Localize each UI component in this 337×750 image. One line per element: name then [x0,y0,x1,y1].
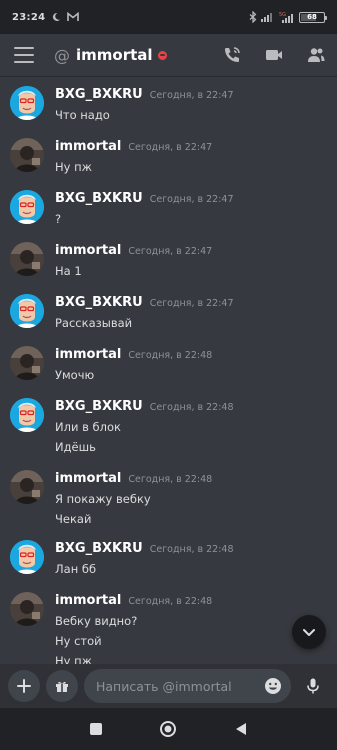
message-timestamp: Сегодня, в 22:48 [149,544,234,555]
message-input-wrapper [84,669,291,703]
channel-header: @ immortal [0,34,337,76]
battery-text: 68 [307,13,317,21]
back-button[interactable] [229,717,253,741]
message-timestamp: Сегодня, в 22:47 [149,298,234,309]
message-text[interactable]: Вебку видно? [55,614,137,628]
menu-bar [14,61,34,63]
message-text[interactable]: Или в блок [55,420,121,434]
at-icon: @ [54,45,70,65]
message-composer [0,664,337,708]
gift-button[interactable] [46,670,78,702]
voice-call-button[interactable] [221,44,243,66]
message-author[interactable]: BXG_BXKRU [55,295,143,310]
dnd-status-icon [157,50,167,60]
jump-to-bottom-button[interactable] [292,615,326,649]
home-button[interactable] [156,717,180,741]
chevron-down-icon [303,629,315,636]
message-text[interactable]: Чекай [55,512,91,526]
message-timestamp: Сегодня, в 22:48 [128,474,213,485]
message-timestamp: Сегодня, в 22:47 [149,194,234,205]
avatar[interactable] [10,86,44,120]
menu-bar [14,54,34,56]
message-author[interactable]: BXG_BXKRU [55,541,143,556]
square-icon [90,723,103,735]
voice-message-button[interactable] [297,670,329,702]
battery-icon: 68 [299,11,327,23]
bluetooth-icon [249,11,257,23]
avatar[interactable] [10,540,44,574]
network-label: 5G [279,12,286,18]
message-author[interactable]: immortal [55,471,121,486]
gift-icon [56,681,68,692]
message-text[interactable]: ? [55,212,61,226]
message-author[interactable]: immortal [55,139,121,154]
message-author[interactable]: BXG_BXKRU [55,191,143,206]
message-timestamp: Сегодня, в 22:48 [149,402,234,413]
avatar[interactable] [10,294,44,328]
recents-button[interactable] [84,717,108,741]
message-author[interactable]: immortal [55,243,121,258]
message-timestamp: Сегодня, в 22:47 [128,142,213,153]
message-list[interactable]: BXG_BXKRU Сегодня, в 22:47 Что надо immorta… [0,76,337,664]
message-text[interactable]: Ну пж [55,654,92,664]
video-icon [266,50,282,60]
phone-icon [225,47,240,62]
avatar[interactable] [10,470,44,504]
message-input[interactable] [96,678,263,694]
triangle-back-icon [235,723,246,735]
avatar[interactable] [10,592,44,626]
menu-bar [14,47,34,49]
status-bar: 23:24 5G 68 [0,0,337,34]
menu-button[interactable] [14,47,34,63]
message-text[interactable]: Ну стой [55,634,102,648]
system-nav-bar [0,708,337,750]
members-button[interactable] [305,44,327,66]
emoji-icon [265,678,281,694]
message-author[interactable]: immortal [55,593,121,608]
message-timestamp: Сегодня, в 22:47 [128,246,213,257]
status-time: 23:24 [12,11,46,23]
moon-icon [51,12,61,22]
avatar[interactable] [10,190,44,224]
add-attachment-button[interactable] [8,670,40,702]
message-text[interactable]: Идёшь [55,440,96,454]
avatar[interactable] [10,242,44,276]
signal-5g-icon: 5G [279,11,295,23]
plus-icon [17,679,31,693]
avatar[interactable] [10,346,44,380]
members-icon [308,48,325,62]
message-text[interactable]: Ну пж [55,160,92,174]
message-text[interactable]: Что надо [55,108,110,122]
signal-icon [261,12,275,22]
avatar[interactable] [10,138,44,172]
message-text[interactable]: На 1 [55,264,82,278]
avatar[interactable] [10,398,44,432]
message-text[interactable]: Умочю [55,368,94,382]
message-author[interactable]: BXG_BXKRU [55,399,143,414]
message-timestamp: Сегодня, в 22:48 [128,350,213,361]
message-timestamp: Сегодня, в 22:47 [149,90,234,101]
message-author[interactable]: immortal [55,347,121,362]
microphone-icon [307,678,319,694]
gmail-icon [67,12,80,22]
video-call-button[interactable] [263,44,285,66]
message-text[interactable]: Лан бб [55,562,96,576]
message-timestamp: Сегодня, в 22:48 [128,596,213,607]
circle-icon [160,721,177,737]
message-text[interactable]: Я покажу вебку [55,492,151,506]
channel-name: immortal [76,46,153,64]
message-text[interactable]: Рассказывай [55,316,132,330]
emoji-button[interactable] [263,676,283,696]
message-author[interactable]: BXG_BXKRU [55,87,143,102]
